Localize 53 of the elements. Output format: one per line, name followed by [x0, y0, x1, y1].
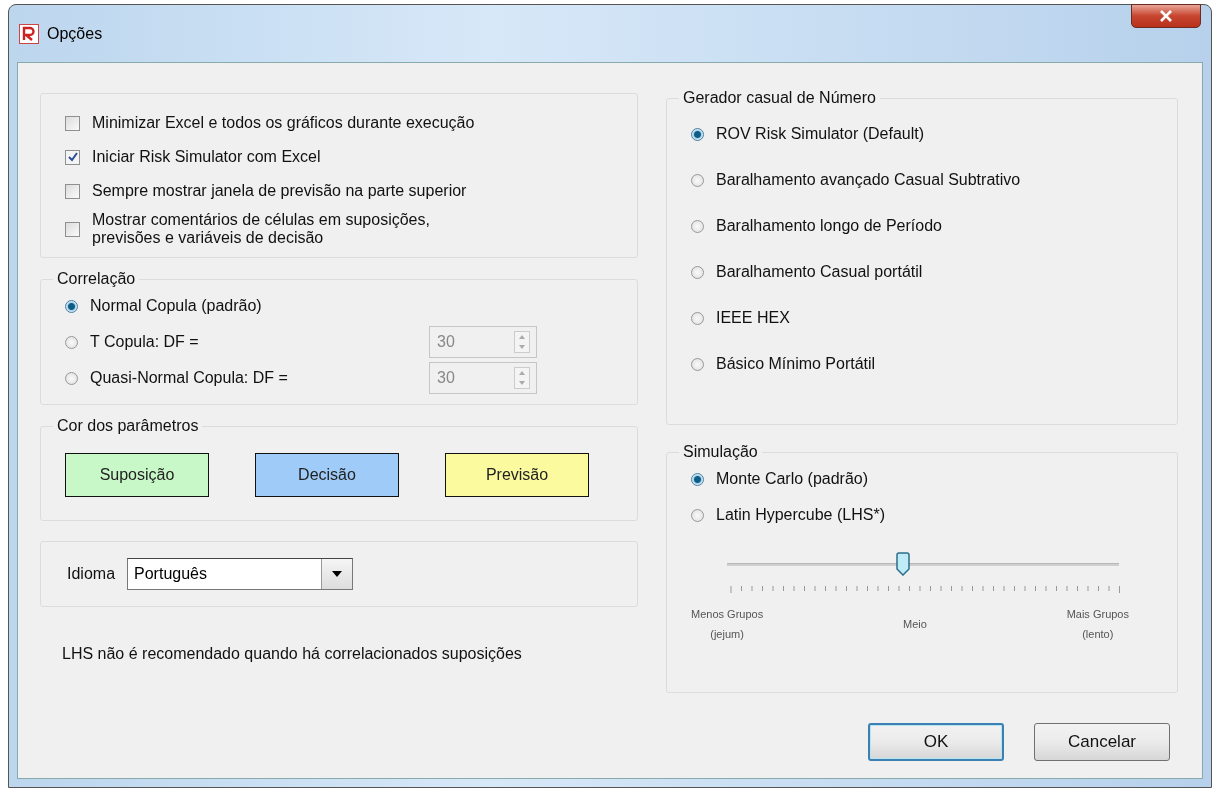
group-title: Simulação [682, 443, 759, 461]
checkbox-label: Sempre mostrar janela de previsão na parte superior [92, 182, 467, 200]
spin-arrows-icon [514, 331, 530, 353]
radio-button[interactable] [691, 265, 704, 279]
window-title: Opções [47, 24, 103, 43]
checkbox[interactable] [65, 115, 80, 131]
group-title: Cor dos parâmetros [56, 417, 200, 435]
radio-button[interactable] [691, 357, 704, 371]
radio-button[interactable] [65, 371, 78, 385]
radio-button[interactable] [691, 311, 704, 325]
radio-label: Latin Hypercube (LHS*) [716, 506, 885, 524]
radio-label: ROV Risk Simulator (Default) [716, 125, 925, 143]
slider-label: Menos Grupos (jejum) [691, 607, 764, 642]
radio-button[interactable] [691, 508, 704, 522]
radio-button[interactable] [691, 173, 704, 187]
language-label: Idioma [67, 565, 116, 583]
dropdown-arrow-icon [332, 571, 343, 577]
close-button[interactable] [1131, 4, 1201, 28]
radio-label: Monte Carlo (padrão) [716, 470, 869, 488]
app-logo-icon [19, 23, 39, 44]
radio-label: Normal Copula (padrão) [90, 297, 262, 315]
radio-label: Básico Mínimo Portátil [716, 355, 876, 373]
radio-label: IEEE HEX [716, 309, 790, 327]
checkbox[interactable] [65, 221, 80, 237]
radio-button[interactable] [65, 299, 78, 313]
radio-label: Baralhamento longo de Período [716, 217, 942, 235]
checkbox-label: Minimizar Excel e todos os gráficos durante execução [92, 114, 475, 132]
footnote-text: LHS não é recomendado quando há correlacionados suposições [61, 645, 523, 663]
group-title: Gerador casual de Número [682, 89, 877, 107]
dialog-button[interactable]: OK [868, 723, 1004, 761]
checkbox-label: Iniciar Risk Simulator com Excel [92, 148, 321, 166]
checkbox-label: Mostrar comentários de células em suposições, previsões e variáveis de decisão [92, 211, 430, 247]
slider-thumb[interactable] [896, 552, 911, 576]
radio-button[interactable] [691, 219, 704, 233]
language-dropdown[interactable]: Português [127, 558, 354, 590]
radio-button[interactable] [65, 335, 78, 349]
slider-label: Meio [902, 617, 927, 632]
radio-button[interactable] [691, 127, 704, 141]
group-title: Correlação [56, 270, 137, 288]
checkbox[interactable] [65, 149, 80, 165]
color-swatch-button[interactable]: Previsão [445, 453, 589, 497]
dialog-button[interactable]: Cancelar [1034, 723, 1170, 761]
slider-label: Mais Grupos (lento) [1066, 607, 1129, 642]
close-icon [1159, 10, 1173, 22]
color-swatch-button[interactable]: Suposição [65, 453, 209, 497]
radio-label: Baralhamento Casual portátil [716, 263, 923, 281]
radio-label: T Copula: DF = [90, 333, 199, 351]
checkbox[interactable] [65, 183, 80, 199]
radio-label: Baralhamento avançado Casual Subtrativo [716, 171, 1021, 189]
spin-arrows-icon [514, 367, 530, 389]
radio-label: Quasi-Normal Copula: DF = [90, 369, 288, 387]
radio-button[interactable] [691, 472, 704, 486]
color-swatch-button[interactable]: Decisão [255, 453, 399, 497]
